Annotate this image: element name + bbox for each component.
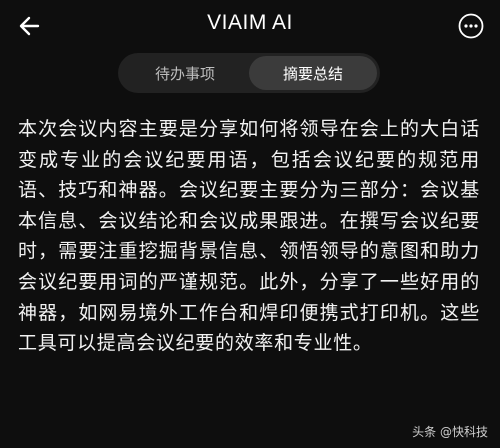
tab-todo[interactable]: 待办事项 xyxy=(121,56,249,90)
watermark: 头条 @快科技 xyxy=(412,425,488,439)
top-bar: VIAIM AI xyxy=(0,0,500,50)
page-title: VIAIM AI xyxy=(207,11,293,34)
more-button[interactable] xyxy=(456,11,486,41)
more-horizontal-circle-icon xyxy=(458,13,484,39)
segmented-tab-bar: 待办事项 摘要总结 xyxy=(118,53,380,93)
summary-text: 本次会议内容主要是分享如何将领导在会上的大白话变成专业的会议纪要用语，包括会议纪… xyxy=(18,118,480,355)
tab-summary[interactable]: 摘要总结 xyxy=(249,56,377,90)
